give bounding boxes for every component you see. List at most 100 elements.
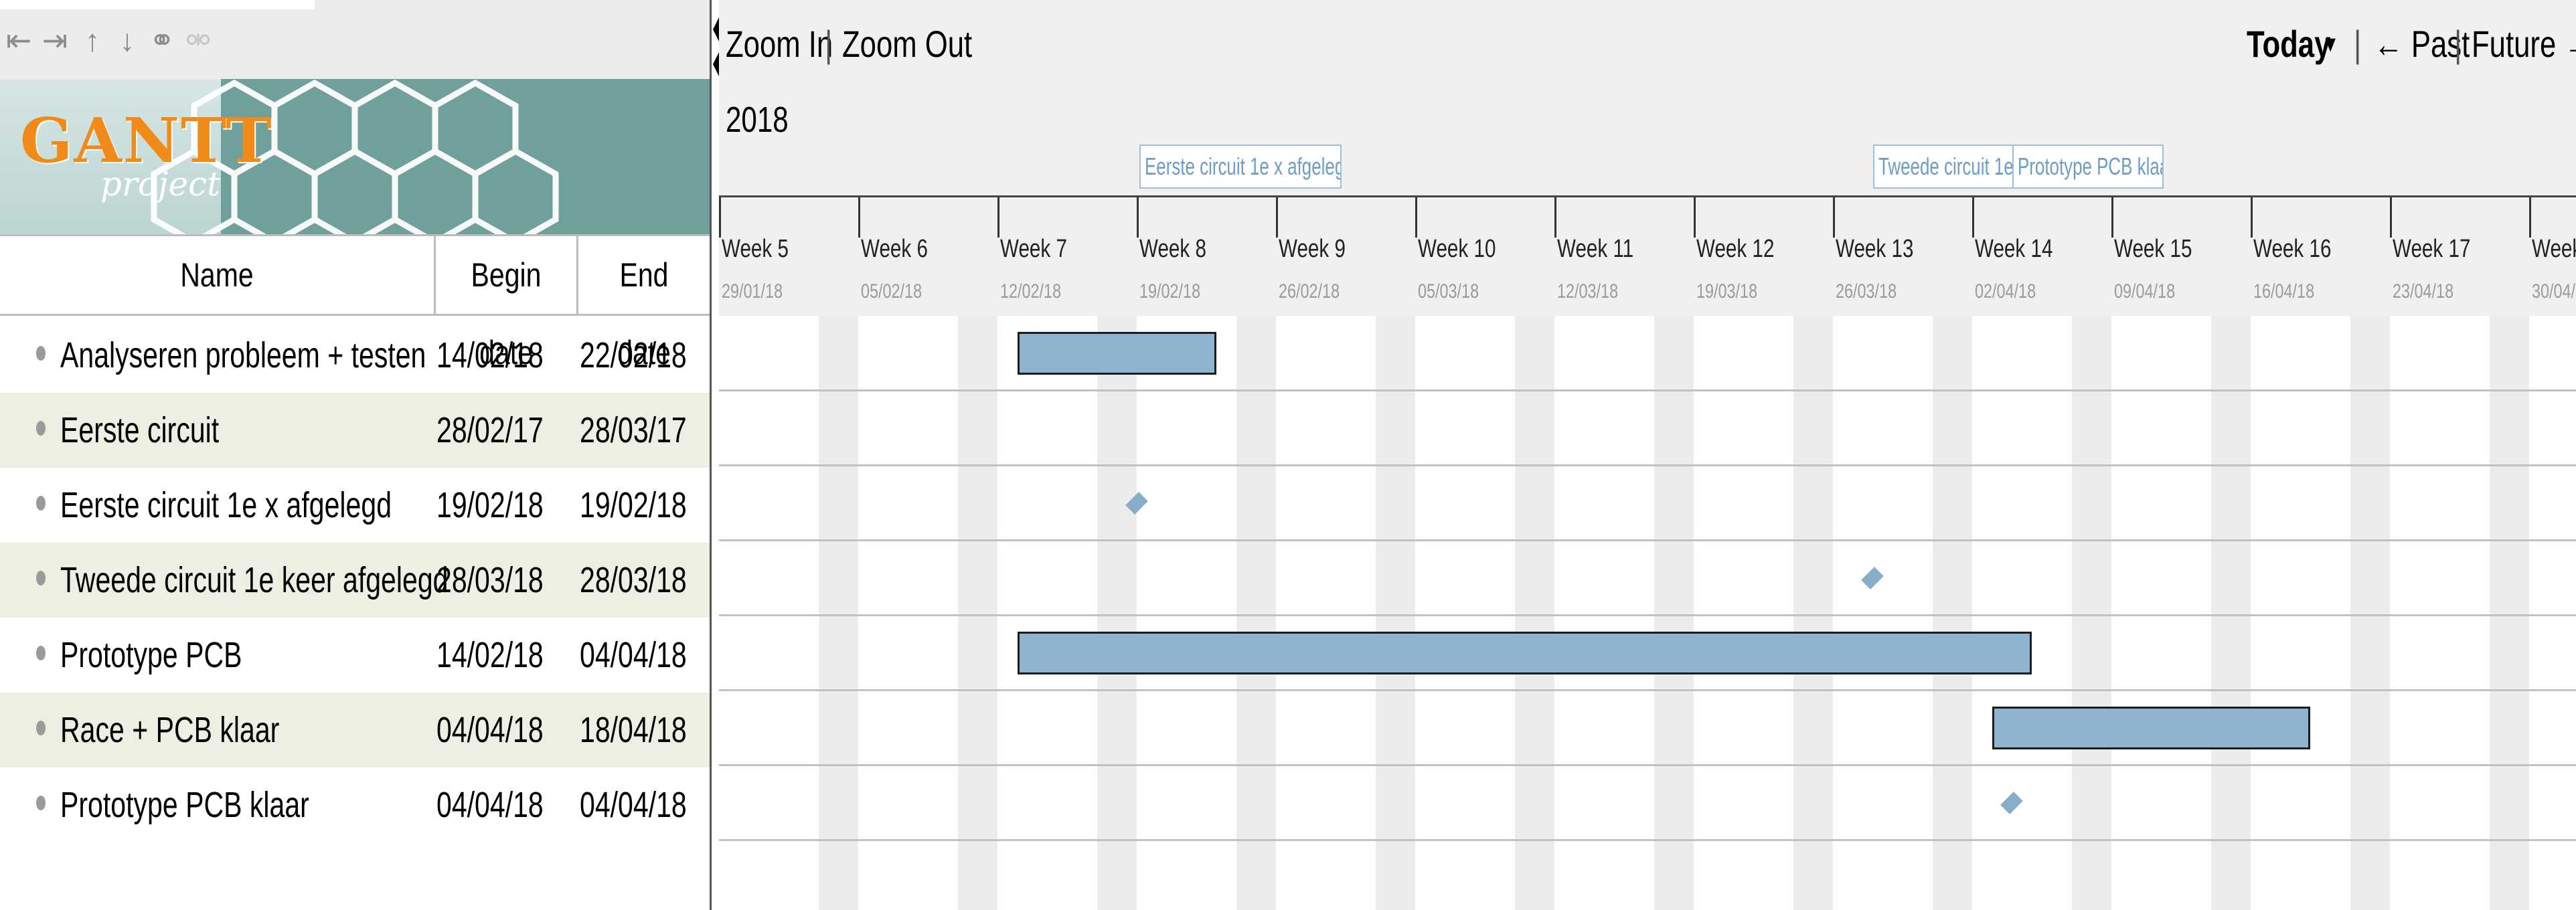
week-label: Week 14 — [1975, 235, 2053, 263]
task-begin-date[interactable]: 28/03/18 — [436, 543, 544, 618]
task-begin-date[interactable]: 04/04/18 — [436, 693, 544, 767]
week-tick — [2251, 197, 2253, 238]
task-end-date[interactable]: 04/04/18 — [580, 767, 687, 842]
milestone-label-text: Eerste circuit 1e x afgelegd — [1145, 153, 1342, 180]
week-tick — [1137, 197, 1139, 238]
task-bullet-icon — [36, 496, 46, 511]
week-label: Week 11 — [1557, 235, 1634, 263]
milestone-marker[interactable] — [2000, 792, 2024, 814]
task-end-date[interactable]: 19/02/18 — [580, 468, 687, 543]
week-tick — [2529, 197, 2531, 238]
year-label: 2018 — [726, 100, 789, 140]
unlink-icon[interactable]: ⚮ — [185, 20, 212, 60]
weekend-stripe — [2071, 316, 2111, 910]
weekend-stripe — [1097, 316, 1137, 910]
task-name[interactable]: Race + PCB klaar — [60, 693, 279, 767]
week-label: Week 12 — [1696, 235, 1775, 263]
move-down-icon[interactable]: ↓ — [114, 20, 141, 60]
task-begin-date[interactable]: 04/04/18 — [436, 767, 544, 842]
unindent-icon[interactable]: ⇤ — [5, 20, 32, 60]
task-name[interactable]: Eerste circuit — [60, 393, 219, 468]
today-dropdown-icon[interactable]: ▼ — [2322, 17, 2339, 71]
weekend-stripe — [1375, 316, 1415, 910]
timeline-year-band: 2018 Eerste circuit 1e x afgelegd Tweede… — [719, 79, 2576, 195]
week-start-date: 19/03/18 — [1696, 280, 1758, 302]
table-row[interactable]: Eerste circuit 28/02/17 28/03/17 — [0, 393, 710, 468]
task-bar[interactable] — [1017, 632, 2032, 674]
task-table-header: Name Begin date End date — [0, 234, 710, 371]
task-bar[interactable] — [1992, 707, 2311, 749]
move-up-icon[interactable]: ↑ — [79, 20, 106, 60]
row-gridline — [719, 689, 2576, 691]
task-begin-date[interactable]: 14/02/18 — [436, 318, 544, 393]
milestone-label[interactable]: Tweede circuit 1e — [1873, 145, 2014, 189]
column-header-name[interactable]: Name — [39, 236, 394, 314]
task-begin-date[interactable]: 19/02/18 — [436, 468, 544, 543]
table-row[interactable]: Prototype PCB klaar 04/04/18 04/04/18 — [0, 767, 710, 842]
weekend-stripe — [1932, 316, 1972, 910]
week-start-date: 26/02/18 — [1279, 280, 1340, 302]
today-button[interactable]: Today — [2247, 17, 2330, 71]
column-header-end-date[interactable]: End date — [590, 236, 698, 371]
task-end-date[interactable]: 28/03/17 — [580, 393, 687, 468]
table-row[interactable]: Eerste circuit 1e x afgelegd 19/02/18 19… — [0, 468, 710, 543]
week-start-date: 26/03/18 — [1836, 280, 1897, 302]
task-name[interactable]: Eerste circuit 1e x afgelegd — [60, 468, 392, 543]
weekend-stripe — [1236, 316, 1276, 910]
week-label: Week 16 — [2253, 235, 2332, 263]
zoom-in-button[interactable]: Zoom In — [726, 17, 833, 71]
table-row[interactable]: Tweede circuit 1e keer afgelegd 28/03/18… — [0, 543, 710, 618]
future-button[interactable]: Future → — [2472, 17, 2576, 71]
table-row[interactable]: Race + PCB klaar 04/04/18 18/04/18 — [0, 693, 710, 767]
row-gridline — [719, 839, 2576, 841]
task-toolbar: ⇤ ⇥ ↑ ↓ ⚭ ⚮ — [0, 0, 710, 79]
column-divider[interactable] — [434, 236, 436, 314]
weekend-stripe — [2210, 316, 2251, 910]
indent-icon[interactable]: ⇥ — [42, 20, 68, 60]
task-begin-date[interactable]: 14/02/18 — [436, 618, 544, 693]
weekend-stripe — [1793, 316, 1833, 910]
week-tick — [997, 197, 999, 238]
week-label: Week 6 — [861, 235, 928, 263]
table-row[interactable]: Analyseren probleem + testen 14/02/18 22… — [0, 318, 710, 393]
task-name[interactable]: Prototype PCB — [60, 618, 242, 693]
gantt-chart-pane: Zoom In | Zoom Out Today ▼ | ← Past | Fu… — [719, 0, 2576, 910]
task-bar[interactable] — [1017, 332, 1216, 375]
task-end-date[interactable]: 28/03/18 — [580, 543, 687, 618]
week-tick — [1554, 197, 1556, 238]
nav-separator: | — [2354, 23, 2362, 65]
column-divider[interactable] — [576, 236, 578, 314]
weekend-stripe — [2350, 316, 2390, 910]
zoom-out-button[interactable]: Zoom Out — [842, 17, 972, 71]
milestone-label[interactable]: Eerste circuit 1e x afgelegd — [1139, 145, 1342, 189]
task-tree-pane: ⇤ ⇥ ↑ ↓ ⚭ ⚮ GANTT project Name Begin dat… — [0, 0, 710, 910]
row-gridline — [719, 539, 2576, 541]
task-bullet-icon — [36, 796, 46, 810]
weekend-stripe — [818, 316, 858, 910]
pane-splitter[interactable] — [710, 0, 721, 910]
week-start-date: 19/02/18 — [1139, 280, 1201, 302]
milestone-marker[interactable] — [1861, 567, 1884, 589]
task-end-date[interactable]: 22/02/18 — [580, 318, 687, 393]
task-begin-date[interactable]: 28/02/17 — [436, 393, 544, 468]
task-name[interactable]: Tweede circuit 1e keer afgelegd — [60, 543, 448, 618]
task-end-date[interactable]: 18/04/18 — [580, 693, 687, 767]
week-tick — [1276, 197, 1278, 238]
milestone-label[interactable]: Prototype PCB klaar — [2012, 145, 2164, 189]
task-name[interactable]: Analyseren probleem + testen — [60, 318, 426, 393]
week-start-date: 23/04/18 — [2393, 280, 2454, 302]
link-icon[interactable]: ⚭ — [149, 20, 175, 60]
logo-subtitle: project — [100, 165, 221, 203]
week-label: Week 5 — [722, 235, 789, 263]
column-header-begin-date[interactable]: Begin date — [449, 236, 564, 371]
week-start-date: 12/02/18 — [1000, 280, 1062, 302]
week-tick — [1694, 197, 1696, 238]
gantt-chart-area[interactable] — [719, 316, 2576, 910]
week-tick — [2111, 197, 2113, 238]
table-row[interactable]: Prototype PCB 14/02/18 04/04/18 — [0, 618, 710, 693]
timeline-week-header: Week 5 29/01/18 Week 6 05/02/18 Week 7 12/02/… — [719, 195, 2576, 316]
task-name[interactable]: Prototype PCB klaar — [60, 767, 309, 842]
task-end-date[interactable]: 04/04/18 — [580, 618, 687, 693]
week-start-date: 09/04/18 — [2114, 280, 2176, 302]
weekend-stripe — [957, 316, 997, 910]
